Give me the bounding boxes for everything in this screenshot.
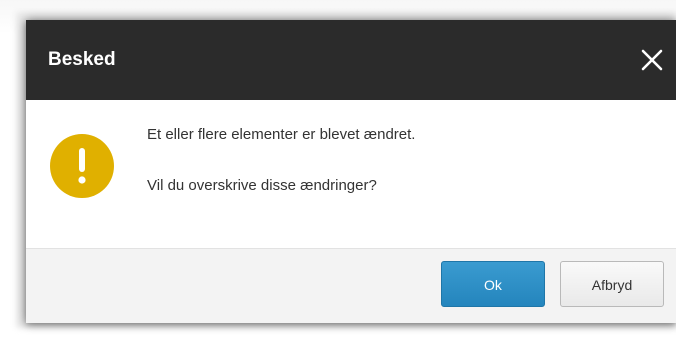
dialog-body: Et eller flere elementer er blevet ændre…	[26, 100, 676, 248]
ok-button[interactable]: Ok	[441, 261, 545, 307]
dialog-title: Besked	[48, 49, 116, 70]
dialog-footer: Ok Afbryd	[26, 248, 676, 323]
close-button[interactable]	[638, 46, 666, 74]
dialog-titlebar: Besked	[26, 20, 676, 100]
cancel-button[interactable]: Afbryd	[560, 261, 664, 307]
message-dialog: Besked Et eller flere elementer er bleve…	[26, 20, 676, 323]
exclamation-circle-icon	[50, 134, 114, 198]
message-line-1: Et eller flere elementer er blevet ændre…	[147, 126, 416, 143]
close-icon	[641, 49, 663, 71]
message-line-2: Vil du overskrive disse ændringer?	[147, 177, 377, 194]
